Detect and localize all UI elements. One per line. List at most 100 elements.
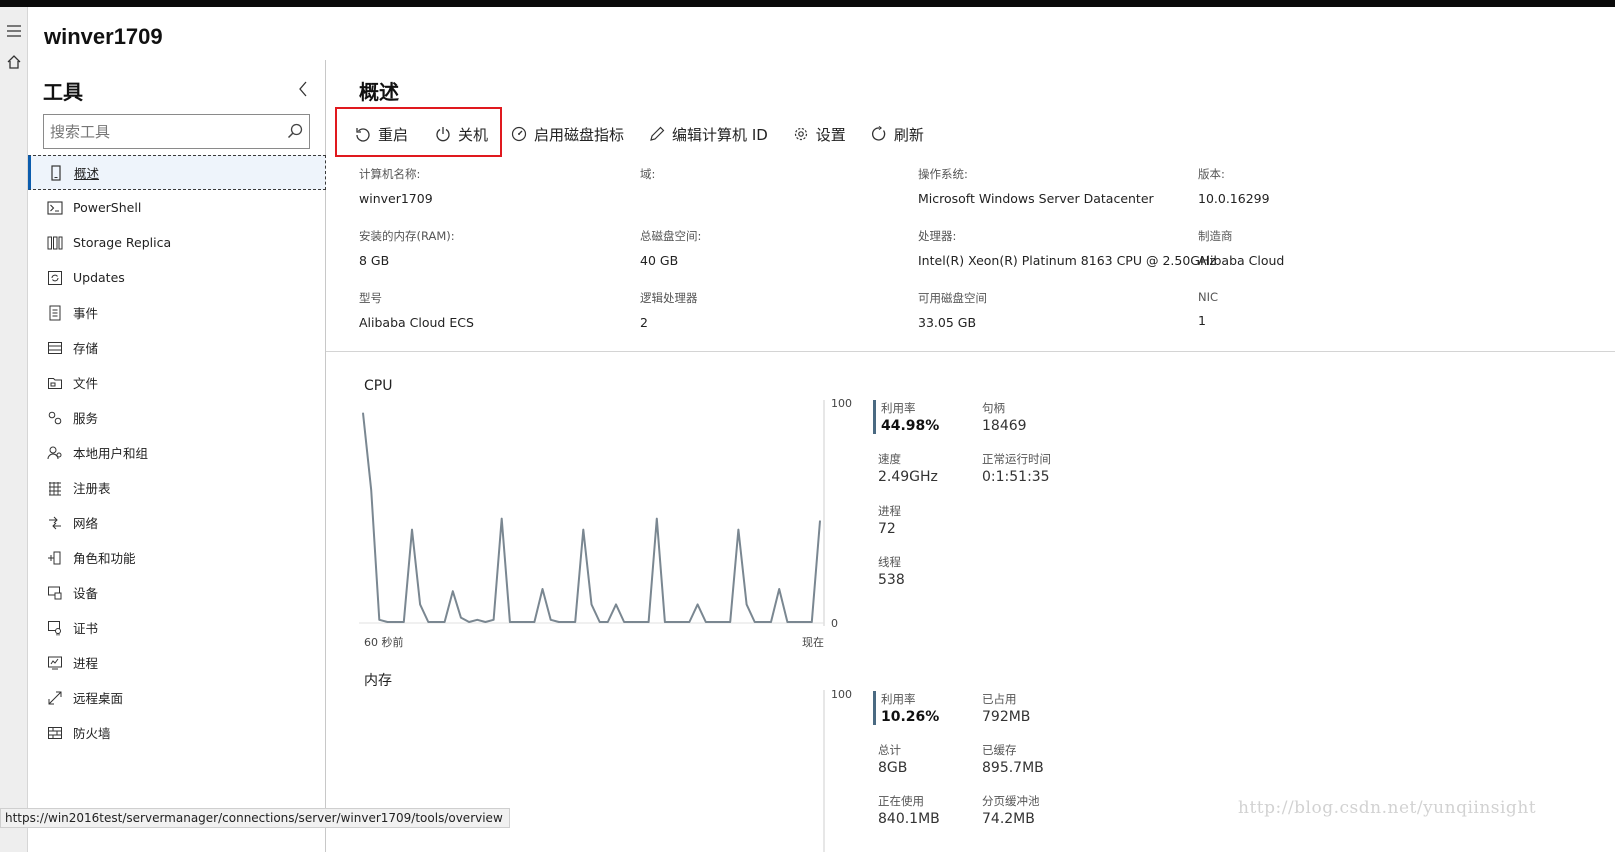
stat-label: 总计 xyxy=(878,743,901,757)
sidebar-item-powershell[interactable]: PowerShell xyxy=(28,190,326,225)
stat-value: 44.98% xyxy=(881,418,940,434)
cpu-data-point xyxy=(615,603,617,605)
memory-active-stat: 正在使用 840.1MB xyxy=(878,793,940,827)
cpu-data-point xyxy=(452,590,454,592)
cpu-data-point xyxy=(484,621,487,623)
settings-button[interactable]: 设置 xyxy=(792,120,846,148)
users-icon xyxy=(46,444,64,462)
sidebar-item-label: 证书 xyxy=(73,621,99,636)
prop-label: 安装的内存(RAM): xyxy=(359,229,455,243)
cpu-data-point xyxy=(623,621,625,623)
prop-processor: 处理器: Intel(R) Xeon(R) Platinum 8163 CPU … xyxy=(918,228,1216,268)
cpu-data-point xyxy=(501,518,503,520)
sidebar-item-label: 本地用户和组 xyxy=(73,446,149,461)
cpu-data-point xyxy=(566,621,568,623)
overview-icon xyxy=(47,164,65,182)
cpu-data-point xyxy=(444,621,446,623)
cpu-handles-stat: 句柄 18469 xyxy=(982,400,1027,434)
stat-value: 10.26% xyxy=(881,709,940,725)
cpu-data-point xyxy=(664,621,666,623)
tools-title: 工具 xyxy=(43,82,83,104)
search-icon[interactable] xyxy=(285,121,305,141)
sidebar-item-events[interactable]: 事件 xyxy=(28,295,326,330)
enable-disk-metrics-label: 启用磁盘指标 xyxy=(534,125,625,144)
edit-computer-id-button[interactable]: 编辑计算机 ID xyxy=(648,120,768,148)
cpu-threads-stat: 线程 538 xyxy=(878,554,905,588)
cpu-data-point xyxy=(778,588,780,590)
cpu-data-point xyxy=(541,588,544,590)
sidebar-item-processes[interactable]: 进程 xyxy=(28,645,326,680)
sidebar-item-storage-replica[interactable]: Storage Replica xyxy=(28,225,326,260)
sidebar-item-overview[interactable]: 概述 xyxy=(28,155,326,190)
cpu-data-point xyxy=(786,621,788,623)
prop-value: 10.0.16299 xyxy=(1198,191,1270,206)
cpu-data-point xyxy=(770,621,772,623)
prop-label: NIC xyxy=(1198,290,1219,304)
cpu-data-point xyxy=(713,621,715,623)
gauge-icon xyxy=(510,125,528,143)
powershell-icon xyxy=(46,199,64,217)
sidebar-item-registry[interactable]: 注册表 xyxy=(28,470,326,505)
home-icon[interactable] xyxy=(4,52,24,72)
stat-value: 18469 xyxy=(982,418,1027,434)
restart-button[interactable]: 重启 xyxy=(354,120,408,148)
sidebar-item-remote-desktop[interactable]: 远程桌面 xyxy=(28,680,326,715)
cpu-data-point xyxy=(509,621,511,623)
enable-disk-metrics-button[interactable]: 启用磁盘指标 xyxy=(510,120,624,148)
prop-logical-processors: 逻辑处理器 2 xyxy=(640,290,910,330)
cpu-data-point xyxy=(386,621,389,623)
stat-label: 正在使用 xyxy=(878,794,924,808)
prop-label: 逻辑处理器 xyxy=(640,291,698,305)
collapse-sidebar-button[interactable] xyxy=(294,78,312,100)
sidebar-item-devices[interactable]: 设备 xyxy=(28,575,326,610)
sidebar-item-label: 事件 xyxy=(73,306,99,321)
devices-icon xyxy=(46,584,64,602)
memory-y-max-label: 100 xyxy=(831,688,852,701)
cpu-data-point xyxy=(803,621,805,623)
prop-label: 制造商 xyxy=(1198,229,1233,243)
section-divider xyxy=(326,351,1615,352)
sidebar-item-label: 概述 xyxy=(74,166,100,181)
cpu-data-point xyxy=(745,603,748,605)
cpu-uptime-stat: 正常运行时间 0:1:51:35 xyxy=(982,451,1051,485)
cpu-data-point xyxy=(762,621,764,623)
sidebar-item-storage[interactable]: 存储 xyxy=(28,330,326,365)
refresh-button[interactable]: 刷新 xyxy=(870,120,924,148)
tools-search xyxy=(43,114,310,149)
top-bar xyxy=(0,0,1615,7)
sidebar-item-network[interactable]: 网络 xyxy=(28,505,326,540)
sidebar-item-label: Storage Replica xyxy=(73,235,172,250)
sidebar-item-services[interactable]: 服务 xyxy=(28,400,326,435)
sidebar-item-label: PowerShell xyxy=(73,200,142,215)
hamburger-icon[interactable] xyxy=(4,21,24,41)
cpu-data-point xyxy=(492,619,495,621)
sidebar-item-certificates[interactable]: 证书 xyxy=(28,610,326,645)
sidebar-item-roles[interactable]: 角色和功能 xyxy=(28,540,326,575)
stat-value: 2.49GHz xyxy=(878,469,938,485)
cpu-data-point xyxy=(754,621,756,623)
cpu-data-point xyxy=(811,621,813,623)
cpu-chart xyxy=(359,400,825,626)
prop-value: Alibaba Cloud xyxy=(1198,253,1285,268)
toolbar: 重启 关机 启用磁盘指标 编辑计算机 ID 设置 刷新 xyxy=(354,120,924,148)
stat-label: 已占用 xyxy=(982,692,1017,706)
cpu-data-point xyxy=(460,617,462,619)
sidebar-item-updates[interactable]: Updates xyxy=(28,260,326,295)
restart-label: 重启 xyxy=(378,125,409,144)
stat-value: 895.7MB xyxy=(982,760,1044,776)
sidebar-item-files[interactable]: 文件 xyxy=(28,365,326,400)
stat-value: 792MB xyxy=(982,709,1031,725)
settings-label: 设置 xyxy=(815,125,846,144)
certificates-icon xyxy=(46,619,64,637)
sidebar-item-local-users[interactable]: 本地用户和组 xyxy=(28,435,326,470)
updates-icon xyxy=(46,269,64,287)
shutdown-button[interactable]: 关机 xyxy=(434,120,488,148)
sidebar-item-firewall[interactable]: 防火墙 xyxy=(28,715,326,750)
refresh-label: 刷新 xyxy=(893,125,924,144)
stat-value: 538 xyxy=(878,572,905,588)
search-input[interactable] xyxy=(44,115,279,148)
cpu-section: CPU 100 0 60 秒前 现在 利用率 44.98% 句柄 18469 速… xyxy=(326,360,1615,660)
stat-label: 正常运行时间 xyxy=(982,452,1051,466)
cpu-data-point xyxy=(558,621,560,623)
stat-value: 840.1MB xyxy=(878,811,940,827)
